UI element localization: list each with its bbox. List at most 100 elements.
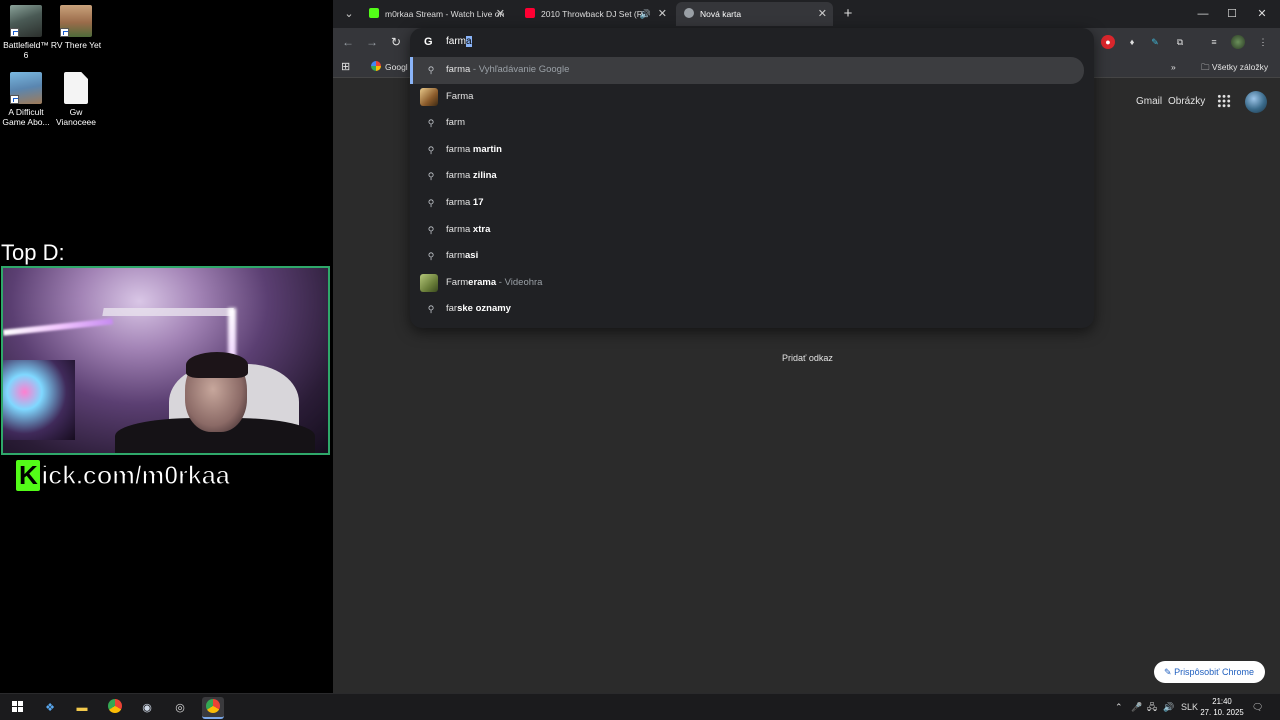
taskbar-app-icon[interactable]: ❖ bbox=[39, 697, 61, 719]
apps-grid-icon[interactable]: ⊞ bbox=[341, 59, 350, 75]
kick-channel-text: ick.com/m0rkaa bbox=[41, 459, 231, 491]
account-avatar[interactable] bbox=[1245, 91, 1267, 113]
customize-chrome-button[interactable]: ✎ Prispôsobiť Chrome bbox=[1154, 661, 1265, 683]
menu-kebab-icon[interactable]: ⋮ bbox=[1256, 35, 1270, 49]
all-bookmarks-button[interactable]: 🗀 Všetky záložky bbox=[1201, 59, 1268, 75]
extension-translate-icon[interactable]: ✎ bbox=[1148, 35, 1162, 49]
shortcut-arrow-icon bbox=[10, 95, 19, 104]
typed-text: farm bbox=[446, 36, 466, 47]
file-explorer-icon[interactable]: ▬ bbox=[71, 697, 93, 719]
close-window-button[interactable]: ✕ bbox=[1247, 4, 1277, 24]
address-input[interactable]: farma bbox=[446, 36, 472, 47]
double-chevron-right-icon: » bbox=[1171, 62, 1176, 72]
microphone-icon[interactable]: 🎤 bbox=[1131, 699, 1142, 715]
suggestion-typed-text: farma bbox=[446, 64, 471, 75]
chrome-taskbar-icon[interactable] bbox=[202, 697, 224, 719]
profile-avatar[interactable] bbox=[1231, 35, 1245, 49]
google-g-icon: G bbox=[424, 36, 433, 48]
tab-title: m0rkaa Stream - Watch Live on bbox=[385, 9, 505, 19]
bookmarks-overflow-button[interactable]: » bbox=[1171, 59, 1176, 75]
customize-chrome-label: Prispôsobiť Chrome bbox=[1174, 667, 1254, 677]
tab-title: 2010 Throwback DJ Set (Ri bbox=[541, 9, 645, 19]
notifications-icon[interactable]: 🗨 bbox=[1252, 699, 1263, 715]
suggestion-typed-text: farma bbox=[446, 223, 471, 235]
desktop-icon-rv-there-yet[interactable]: RV There Yet bbox=[50, 5, 102, 50]
suggestion-item[interactable]: ⚲ farma - Vyhľadávanie Google bbox=[410, 57, 1084, 84]
chrome-profile-icon[interactable] bbox=[104, 697, 126, 719]
battlefield-icon bbox=[10, 5, 42, 37]
desktop-icon-label: Battlefield™ 6 bbox=[3, 40, 49, 60]
taskbar: ❖ ▬ ◉ ◎ ⌃ 🎤 🖧 🔊 SLK 21:40 27. 10. 2025 🗨 bbox=[0, 693, 1280, 720]
extensions-puzzle-icon[interactable]: ⧉ bbox=[1173, 35, 1187, 49]
suggestion-typed-text: farma bbox=[446, 170, 471, 182]
extension-red-icon[interactable]: ● bbox=[1101, 35, 1115, 49]
desktop-icon-label: RV There Yet bbox=[50, 40, 102, 50]
kick-channel-banner: Kick.com/m0rkaa bbox=[10, 459, 235, 492]
suggestion-item[interactable]: ⚲ farma 17 bbox=[410, 190, 1094, 217]
tab-close-icon[interactable]: ✕ bbox=[818, 2, 827, 26]
search-icon: ⚲ bbox=[427, 251, 435, 262]
autocomplete-selection: a bbox=[466, 36, 472, 47]
tray-overflow-chevron-icon[interactable]: ⌃ bbox=[1115, 699, 1123, 715]
add-shortcut-label[interactable]: Pridať odkaz bbox=[782, 353, 833, 363]
tab-kick-stream[interactable]: m0rkaa Stream - Watch Live on ✕ bbox=[361, 2, 511, 26]
extension-drop-icon[interactable]: ♦ bbox=[1125, 35, 1139, 49]
google-apps-icon[interactable] bbox=[1217, 94, 1231, 108]
desktop-icon-battlefield[interactable]: Battlefield™ 6 bbox=[0, 5, 52, 60]
youtube-favicon-icon bbox=[525, 8, 535, 18]
suggestion-item[interactable]: ⚲ farma zilina bbox=[410, 163, 1094, 190]
tab-close-icon[interactable]: ✕ bbox=[496, 2, 505, 26]
desktop-icon-gw-vianoceee[interactable]: Gw Vianoceee bbox=[50, 72, 102, 127]
desktop-icon-difficult-game[interactable]: A Difficult Game Abo... bbox=[0, 72, 52, 127]
overlay-title: Top D: bbox=[1, 240, 65, 265]
tab-close-icon[interactable]: ✕ bbox=[658, 2, 667, 26]
bookmark-google[interactable]: Googl bbox=[371, 59, 408, 75]
shortcut-arrow-icon bbox=[10, 28, 19, 37]
tab-youtube-dj-set[interactable]: 2010 Throwback DJ Set (Ri 🔊 ✕ bbox=[517, 2, 673, 26]
gmail-link[interactable]: Gmail bbox=[1136, 96, 1162, 107]
reload-icon: ↻ bbox=[390, 35, 402, 49]
search-icon: ⚲ bbox=[427, 224, 435, 235]
suggestion-description: - Vyhľadávanie Google bbox=[470, 64, 570, 75]
tab-new-tab[interactable]: Nová karta ✕ bbox=[676, 2, 833, 26]
suggestion-item[interactable]: Farmerama - Videohra bbox=[410, 270, 1094, 297]
suggestion-thumbnail-image bbox=[420, 273, 438, 292]
images-link[interactable]: Obrázky bbox=[1168, 96, 1205, 107]
search-icon: ⚲ bbox=[427, 144, 435, 155]
arrow-left-icon: ← bbox=[342, 35, 354, 49]
suggestion-item[interactable]: ⚲ farmasi bbox=[410, 243, 1094, 270]
minimize-button[interactable]: — bbox=[1188, 4, 1218, 24]
suggestion-typed-text: far bbox=[446, 303, 458, 315]
arrow-right-icon: → bbox=[366, 35, 378, 49]
maximize-button[interactable]: ☐ bbox=[1217, 4, 1247, 24]
clock[interactable]: 21:40 27. 10. 2025 bbox=[1196, 696, 1248, 718]
start-button[interactable] bbox=[6, 697, 28, 719]
obs-icon[interactable]: ◎ bbox=[169, 697, 191, 719]
speaker-icon[interactable]: 🔊 bbox=[640, 2, 651, 26]
difficult-game-icon bbox=[10, 72, 42, 104]
suggestion-item[interactable]: ⚲ farma martin bbox=[410, 137, 1094, 164]
suggestion-typed-text: farma bbox=[446, 143, 471, 155]
back-button[interactable]: ← bbox=[338, 32, 358, 52]
search-icon: ⚲ bbox=[427, 118, 435, 129]
search-icon: ⚲ bbox=[427, 171, 435, 182]
forward-button[interactable]: → bbox=[362, 32, 382, 52]
volume-icon[interactable]: 🔊 bbox=[1163, 699, 1174, 715]
address-bar[interactable]: G farma bbox=[410, 28, 1094, 56]
windows-logo-icon bbox=[11, 701, 23, 712]
suggestion-item[interactable]: ⚲ farm bbox=[410, 110, 1094, 137]
suggestion-completion-text: ske oznamy bbox=[457, 303, 511, 315]
steam-icon[interactable]: ◉ bbox=[136, 697, 158, 719]
tab-search-button[interactable]: ⌄ bbox=[339, 4, 359, 24]
network-icon[interactable]: 🖧 bbox=[1147, 699, 1157, 715]
new-tab-button[interactable]: + bbox=[838, 4, 858, 24]
media-controls-icon[interactable]: ≡ bbox=[1207, 35, 1221, 49]
suggestion-item[interactable]: ⚲ farske oznamy bbox=[410, 296, 1094, 323]
rv-there-yet-icon bbox=[60, 5, 92, 37]
suggestion-item[interactable]: ⚲ farma xtra bbox=[410, 217, 1094, 244]
suggestion-item[interactable]: Farma bbox=[410, 84, 1094, 111]
folder-icon: 🗀 bbox=[1201, 62, 1210, 72]
all-bookmarks-label: Všetky záložky bbox=[1211, 62, 1269, 72]
reload-button[interactable]: ↻ bbox=[386, 32, 406, 52]
tab-strip: ⌄ m0rkaa Stream - Watch Live on ✕ 2010 T… bbox=[333, 0, 1280, 28]
